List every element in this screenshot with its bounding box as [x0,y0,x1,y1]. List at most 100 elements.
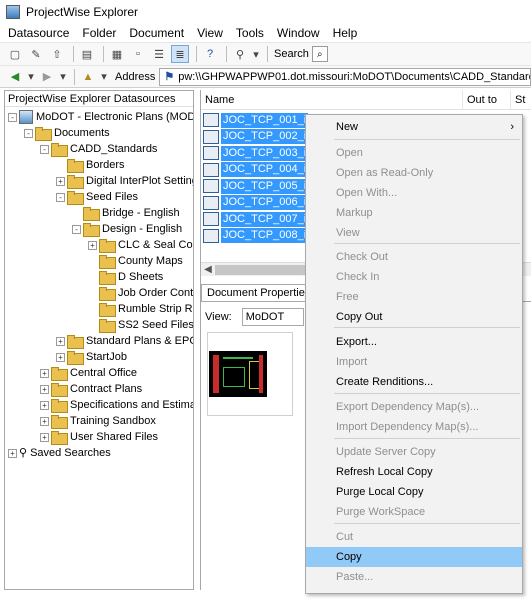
tab-document-properties[interactable]: Document Properties [201,284,317,301]
context-menu-item-new[interactable]: New › [306,117,522,137]
back-arrow-icon[interactable]: ◀ [6,68,24,86]
chevron-down-icon[interactable]: ▾ [59,68,67,86]
tree-item[interactable]: - Documents [24,125,110,141]
menu-folder[interactable]: Folder [82,26,116,40]
tree-item[interactable]: + Central Office [40,365,137,381]
expand-icon[interactable]: + [88,240,97,250]
context-menu-item-open[interactable]: Open [306,143,522,163]
expand-icon[interactable]: + [56,176,65,186]
context-menu-item-open-as-read-only[interactable]: Open as Read-Only [306,163,522,183]
tree-item[interactable]: Borders [56,157,125,173]
expand-icon[interactable]: + [40,384,49,394]
tree-item[interactable]: + CLC & Seal Coat [88,237,193,253]
expand-icon[interactable]: + [40,368,49,378]
document-row[interactable]: JOC_TCP_001_i [203,112,309,128]
context-menu-item-view[interactable]: View [306,223,522,243]
menu-datasource[interactable]: Datasource [8,26,69,40]
tree-item[interactable]: + Specifications and Estimates [40,397,193,413]
up-folder-icon[interactable]: ▲ [79,68,97,86]
menu-view[interactable]: View [197,26,223,40]
context-menu-item-check-in[interactable]: Check In [306,267,522,287]
menu-document[interactable]: Document [129,26,184,40]
menu-help[interactable]: Help [333,26,358,40]
context-menu-item-open-with[interactable]: Open With... [306,183,522,203]
expand-icon[interactable]: + [56,336,65,346]
context-menu-item-paste[interactable]: Paste... [306,567,522,587]
document-row[interactable]: JOC_TCP_006_i [203,195,309,211]
expand-icon[interactable]: + [40,432,49,442]
context-menu-item-import[interactable]: Import [306,352,522,372]
large-icons-view-icon[interactable]: ▦ [108,45,126,63]
document-row[interactable]: JOC_TCP_004_i [203,162,309,178]
context-menu-item-import-dependency-map-s[interactable]: Import Dependency Map(s)... [306,417,522,437]
tree-item[interactable]: - Seed Files [56,189,138,205]
tree-item[interactable]: + User Shared Files [40,429,158,445]
tree-item[interactable]: County Maps [88,253,183,269]
help-icon[interactable]: ? [201,45,219,63]
context-menu-item-free[interactable]: Free [306,287,522,307]
context-menu-item-refresh-local-copy[interactable]: Refresh Local Copy [306,462,522,482]
column-name[interactable]: Name [201,89,463,110]
tree-item[interactable]: SS2 Seed Files [88,317,193,333]
document-row[interactable]: JOC_TCP_003_i [203,145,309,161]
context-menu-item-cut[interactable]: Cut [306,527,522,547]
tree-item[interactable]: - MoDOT - Electronic Plans (MODOT [8,109,193,125]
tree-item[interactable]: + Digital InterPlot Settings [56,173,193,189]
forward-arrow-icon[interactable]: ▶ [38,68,56,86]
context-menu-item-copy-out[interactable]: Copy Out [306,307,522,327]
tree-item[interactable]: Rumble Strip Retr [88,301,193,317]
tree-item[interactable]: Job Order Contra [88,285,193,301]
view-select[interactable]: MoDOT [241,308,304,326]
scrollbar-thumb[interactable] [215,264,315,275]
collapse-icon[interactable]: - [8,112,17,122]
search-icon[interactable]: ⌕ [311,46,328,62]
chevron-down-icon[interactable]: ▾ [27,68,35,86]
new-document-icon[interactable]: ▢ [6,45,24,63]
print-icon[interactable]: ▤ [78,45,96,63]
folder-up-icon[interactable]: ⇧ [48,45,66,63]
context-menu-item-purge-workspace[interactable]: Purge WorkSpace [306,502,522,522]
context-menu-item-copy[interactable]: Copy [306,547,522,567]
tree-item[interactable]: + Training Sandbox [40,413,156,429]
edit-icon[interactable]: ✎ [27,45,45,63]
small-icons-view-icon[interactable]: ▫ [129,45,147,63]
column-status[interactable]: St [511,90,531,110]
context-menu-item-create-renditions[interactable]: Create Renditions... [306,372,522,392]
expand-icon[interactable]: + [40,400,49,410]
context-menu-item-purge-local-copy[interactable]: Purge Local Copy [306,482,522,502]
tree-item[interactable]: + Standard Plans & EPG Da [56,333,193,349]
document-row[interactable]: JOC_TCP_002_i [203,129,309,145]
tree-item[interactable]: Bridge - English [72,205,180,221]
collapse-icon[interactable]: - [40,144,49,154]
chevron-down-icon[interactable]: ▾ [252,45,260,63]
expand-icon[interactable]: + [8,448,17,458]
menu-tools[interactable]: Tools [236,26,264,40]
collapse-icon[interactable]: - [72,224,81,234]
context-menu-item-update-server-copy[interactable]: Update Server Copy [306,442,522,462]
context-menu-item-export-dependency-map-s[interactable]: Export Dependency Map(s)... [306,397,522,417]
document-row[interactable]: JOC_TCP_008_i [203,228,309,244]
collapse-icon[interactable]: - [24,128,33,138]
address-field[interactable]: ⚑ pw:\\GHPWAPPWP01.dot.missouri:MoDOT\Do… [159,67,531,86]
context-menu-item-markup[interactable]: Markup [306,203,522,223]
scroll-left-icon[interactable]: ◀ [201,264,215,275]
tree-item[interactable]: - Design - English [72,221,182,237]
list-view-icon[interactable]: ☰ [150,45,168,63]
tree-item[interactable]: + StartJob [56,349,127,365]
expand-icon[interactable]: + [40,416,49,426]
column-out-to[interactable]: Out to [463,89,511,110]
document-row[interactable]: JOC_TCP_005_i [203,178,309,194]
tree-item[interactable]: D Sheets [88,269,163,285]
tree-item[interactable]: + Contract Plans [40,381,142,397]
expand-icon[interactable]: + [56,352,65,362]
context-menu-item-export[interactable]: Export... [306,332,522,352]
context-menu-item-check-out[interactable]: Check Out [306,247,522,267]
details-view-icon[interactable]: ≣ [171,45,189,63]
collapse-icon[interactable]: - [56,192,65,202]
tree-item[interactable]: + ⚲ Saved Searches [8,445,111,461]
document-row[interactable]: JOC_TCP_007_i [203,211,309,227]
binoculars-icon[interactable]: ⚲ [231,45,249,63]
chevron-down-icon[interactable]: ▾ [100,68,108,86]
tree-item[interactable]: - CADD_Standards [40,141,157,157]
menu-window[interactable]: Window [277,26,320,40]
